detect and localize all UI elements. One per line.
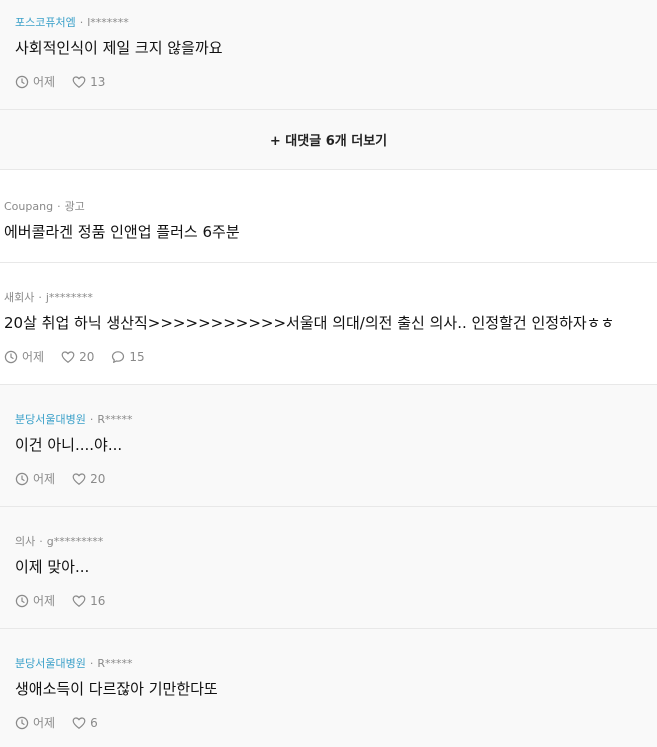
time-text: 어제 — [22, 350, 45, 364]
meta-separator: · — [38, 291, 42, 304]
reply-text[interactable]: 이제 맞아... — [15, 556, 645, 578]
user-name: R***** — [97, 413, 133, 426]
time-text: 어제 — [33, 472, 56, 486]
user-name: g********* — [46, 535, 104, 548]
time-stamp: 어제 — [4, 350, 44, 364]
time-stamp: 어제 — [15, 594, 55, 608]
heart-icon — [72, 76, 86, 88]
like-button[interactable]: 20 — [72, 472, 105, 486]
heart-icon — [72, 717, 86, 729]
post-item: 새회사 · j******** 20살 취업 하닉 생산직>>>>>>>>>>>서울… — [0, 263, 657, 385]
heart-icon — [72, 595, 86, 607]
reply-item: 분당서울대병원 · R***** 이건 아니....야... 어제 20 — [0, 385, 657, 507]
time-stamp: 어제 — [15, 716, 55, 730]
meta-separator: · — [89, 657, 94, 670]
ad-text[interactable]: 에버콜라겐 정품 인앤업 플러스 6주분 — [4, 221, 645, 243]
like-count: 16 — [90, 594, 106, 608]
clock-icon — [15, 716, 29, 730]
like-button[interactable]: 6 — [72, 716, 98, 730]
time-text: 어제 — [33, 75, 56, 89]
reply-item: 의사 · g********* 이제 맞아... 어제 16 — [0, 507, 657, 629]
reply-text[interactable]: 사회적인식이 제일 크지 않을까요 — [15, 37, 645, 59]
meta-separator: · — [79, 16, 84, 29]
more-replies-button[interactable]: + 대댓글 6개 더보기 — [270, 130, 387, 149]
time-text: 어제 — [33, 594, 56, 608]
clock-icon — [15, 75, 29, 89]
company-name[interactable]: 포스코퓨처엠 — [15, 16, 76, 29]
user-name: l******* — [87, 16, 129, 29]
like-button[interactable]: 16 — [72, 594, 105, 608]
like-button[interactable]: 20 — [61, 350, 94, 364]
user-name: R***** — [97, 657, 133, 670]
like-count: 13 — [90, 75, 106, 89]
time-stamp: 어제 — [15, 75, 55, 89]
clock-icon — [15, 472, 29, 486]
comment-count: 15 — [129, 350, 145, 364]
clock-icon — [4, 350, 18, 364]
like-count: 6 — [90, 716, 98, 730]
reply-meta: 의사 · g********* — [15, 534, 645, 550]
ad-tag: 광고 — [64, 200, 85, 213]
meta-separator: · — [57, 200, 61, 213]
time-stamp: 어제 — [15, 472, 55, 486]
reply-item: 포스코퓨처엠 · l******* 사회적인식이 제일 크지 않을까요 어제 13 — [0, 0, 657, 110]
reply-actions: 어제 20 — [15, 471, 645, 487]
comment-button[interactable]: 15 — [111, 350, 145, 364]
reply-actions: 어제 16 — [15, 593, 645, 609]
reply-text[interactable]: 생애소득이 다르잖아 기만한다또 — [15, 678, 645, 700]
advertiser-name: Coupang — [4, 200, 54, 213]
company-name[interactable]: 분당서울대병원 — [15, 413, 86, 426]
user-name: j******** — [45, 291, 93, 304]
reply-actions: 어제 6 — [15, 715, 645, 731]
company-name[interactable]: 분당서울대병원 — [15, 657, 86, 670]
post-actions: 어제 20 15 — [4, 349, 645, 365]
reply-text[interactable]: 이건 아니....야... — [15, 434, 645, 456]
like-count: 20 — [90, 472, 106, 486]
speech-bubble-icon — [112, 351, 125, 363]
reply-meta: 분당서울대병원 · R***** — [15, 412, 645, 428]
time-text: 어제 — [33, 716, 56, 730]
post-text[interactable]: 20살 취업 하닉 생산직>>>>>>>>>>>서울대 의대/의전 출신 의사.… — [4, 312, 645, 334]
meta-separator: · — [89, 413, 94, 426]
reply-actions: 어제 13 — [15, 74, 645, 90]
company-name[interactable]: 의사 — [15, 535, 35, 548]
like-count: 20 — [79, 350, 95, 364]
reply-meta: 분당서울대병원 · R***** — [15, 656, 645, 672]
reply-meta: 포스코퓨처엠 · l******* — [15, 15, 645, 31]
reply-item: 분당서울대병원 · R***** 생애소득이 다르잖아 기만한다또 어제 6 — [0, 629, 657, 747]
meta-separator: · — [39, 535, 43, 548]
comment-feed: 포스코퓨처엠 · l******* 사회적인식이 제일 크지 않을까요 어제 13 … — [0, 0, 657, 747]
clock-icon — [15, 594, 29, 608]
ad-meta: Coupang · 광고 — [4, 199, 645, 215]
more-replies-bar: + 대댓글 6개 더보기 — [0, 110, 657, 170]
post-meta: 새회사 · j******** — [4, 290, 645, 306]
heart-icon — [72, 473, 86, 485]
company-name[interactable]: 새회사 — [4, 291, 34, 304]
ad-item[interactable]: Coupang · 광고 에버콜라겐 정품 인앤업 플러스 6주분 — [0, 170, 657, 263]
heart-icon — [61, 351, 75, 363]
like-button[interactable]: 13 — [72, 75, 105, 89]
